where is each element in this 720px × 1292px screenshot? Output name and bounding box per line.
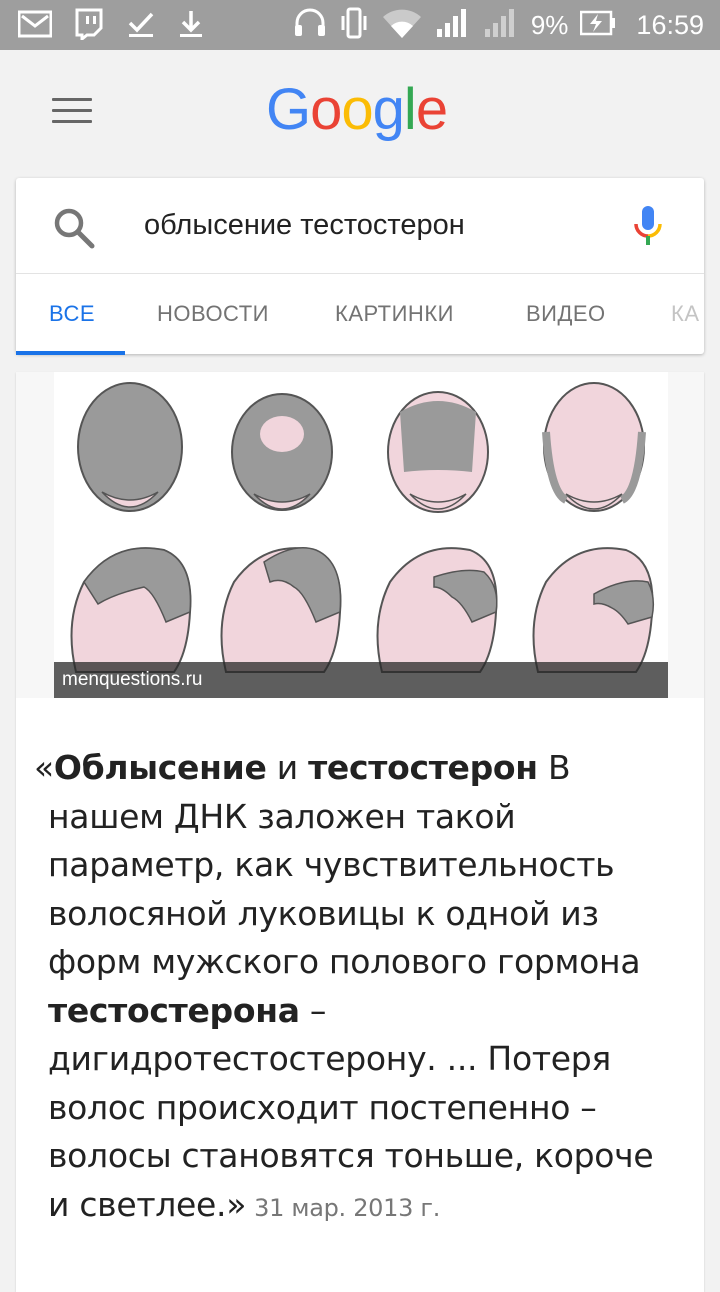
search-tabs: ВСЕ НОВОСТИ КАРТИНКИ ВИДЕО КА [16, 274, 704, 354]
status-bar: 9% 16:59 [0, 0, 720, 50]
signal-icon-2 [483, 7, 519, 44]
google-logo[interactable]: Google [266, 76, 448, 143]
baldness-stages-image[interactable]: menquestions.ru [54, 372, 668, 698]
mic-icon[interactable] [632, 204, 664, 253]
head-top-1 [77, 382, 183, 512]
signal-icon [435, 7, 471, 44]
head-side-2 [220, 547, 342, 673]
tab-news[interactable]: НОВОСТИ [157, 274, 269, 354]
highlight-term: Облысение [53, 748, 267, 787]
notification-icons [17, 8, 204, 45]
snippet-date: 31 мар. 2013 г. [254, 1193, 441, 1222]
menu-icon[interactable] [52, 98, 92, 128]
battery-charging-icon [580, 10, 616, 41]
head-top-3 [387, 391, 489, 513]
image-source-caption[interactable]: menquestions.ru [54, 662, 668, 698]
tab-images[interactable]: КАРТИНКИ [335, 274, 454, 354]
clock: 16:59 [636, 10, 704, 40]
highlight-term: тестостерон [308, 748, 538, 787]
gmail-icon [17, 10, 53, 43]
headset-icon [293, 7, 327, 44]
tab-more[interactable]: КА [671, 274, 700, 354]
download-icon [178, 9, 204, 44]
head-side-3 [376, 547, 498, 673]
head-side-1 [70, 547, 192, 673]
vibrate-icon [339, 6, 369, 45]
head-top-2 [231, 393, 333, 511]
tab-all[interactable]: ВСЕ [49, 274, 95, 354]
battery-percent: 9% [530, 10, 569, 40]
featured-snippet-card[interactable]: menquestions.ru «Облысение и тестостерон… [16, 372, 704, 1292]
system-icons: 9% 16:59 [293, 6, 704, 45]
wifi-icon [381, 7, 423, 44]
head-top-4 [542, 382, 646, 512]
active-tab-indicator [16, 351, 125, 355]
highlight-term: тестостерона [48, 990, 300, 1030]
search-input[interactable] [144, 200, 614, 250]
search-icon[interactable] [52, 206, 96, 255]
search-card: ВСЕ НОВОСТИ КАРТИНКИ ВИДЕО КА [16, 178, 704, 355]
search-row [16, 178, 704, 274]
head-side-4 [532, 547, 655, 673]
twitch-icon [74, 8, 104, 45]
check-icon [126, 10, 156, 43]
snippet-text: «Облысение и тестостерон В нашем ДНК зал… [34, 748, 654, 1224]
google-header: Google [0, 50, 720, 178]
image-area: menquestions.ru [16, 372, 704, 698]
tab-video[interactable]: ВИДЕО [526, 274, 606, 354]
